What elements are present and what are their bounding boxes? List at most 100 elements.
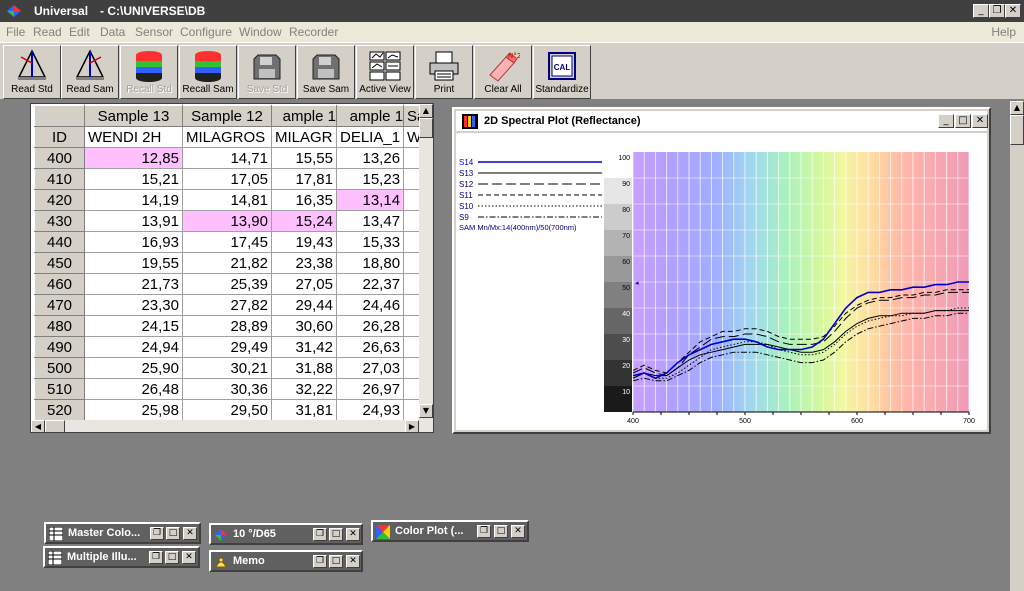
reflectance-cell[interactable]: 13,90 <box>182 210 272 232</box>
reflectance-cell[interactable]: 16,93 <box>84 231 183 253</box>
read-sam-button[interactable]: Read Sam <box>61 45 119 99</box>
reflectance-cell[interactable]: 15,23 <box>335 168 405 190</box>
reflectance-cell[interactable]: 30,60 <box>271 315 337 337</box>
maximize-button[interactable]: □ <box>329 555 343 568</box>
wavelength-id-cell[interactable]: 460 <box>34 273 85 295</box>
reflectance-cell[interactable]: 30,21 <box>182 357 272 379</box>
reflectance-cell[interactable]: 24,46 <box>335 294 405 316</box>
reflectance-cell[interactable]: 26,48 <box>84 378 183 400</box>
reflectance-cell[interactable]: 26,63 <box>335 336 405 358</box>
reflectance-cell[interactable]: 27,03 <box>335 357 405 379</box>
reflectance-cell[interactable]: 28,89 <box>182 315 272 337</box>
standardize-button[interactable]: CAL Standardize <box>533 45 591 99</box>
reflectance-cell[interactable]: 25,90 <box>84 357 183 379</box>
sample-name-cell[interactable]: MILAGROS <box>182 126 272 148</box>
grid-scroll-up-button[interactable]: ▲ <box>419 104 433 118</box>
reflectance-cell[interactable]: 14,19 <box>84 189 183 211</box>
reflectance-cell[interactable]: 27,05 <box>271 273 337 295</box>
column-header[interactable]: Sample 13 <box>84 105 183 127</box>
close-app-button[interactable]: ✕ <box>1005 4 1021 18</box>
reflectance-cell[interactable]: 30,36 <box>182 378 272 400</box>
close-button[interactable]: ✕ <box>182 551 196 564</box>
restore-button[interactable]: ❐ <box>477 525 491 538</box>
wavelength-id-cell[interactable]: 400 <box>34 147 85 169</box>
wavelength-id-cell[interactable]: 470 <box>34 294 85 316</box>
plot-maximize-button[interactable]: □ <box>955 114 971 128</box>
menu-configure[interactable]: Configure <box>180 25 232 39</box>
wavelength-id-cell[interactable]: 480 <box>34 315 85 337</box>
close-button[interactable]: ✕ <box>183 527 197 540</box>
minimized-memo-window[interactable]: Memo ❐ □ ✕ <box>209 550 363 572</box>
reflectance-cell[interactable]: 14,71 <box>182 147 272 169</box>
reflectance-cell[interactable]: 25,98 <box>84 399 183 421</box>
menu-edit[interactable]: Edit <box>69 25 90 39</box>
reflectance-cell[interactable]: 32,22 <box>271 378 337 400</box>
wavelength-id-cell[interactable]: 430 <box>34 210 85 232</box>
reflectance-cell[interactable]: 19,43 <box>271 231 337 253</box>
grid-scroll-thumb[interactable] <box>419 118 433 138</box>
reflectance-cell[interactable]: 24,94 <box>84 336 183 358</box>
menu-recorder[interactable]: Recorder <box>289 25 338 39</box>
wavelength-id-cell[interactable]: 520 <box>34 399 85 421</box>
workspace-scroll-thumb[interactable] <box>1010 115 1024 145</box>
reflectance-cell[interactable]: 15,21 <box>84 168 183 190</box>
reflectance-cell[interactable]: 23,30 <box>84 294 183 316</box>
column-header[interactable]: Sample 12 <box>182 105 272 127</box>
reflectance-cell[interactable]: 18,80 <box>335 252 405 274</box>
column-header[interactable]: ample 1 <box>271 105 337 127</box>
reflectance-cell[interactable]: 17,45 <box>182 231 272 253</box>
reflectance-cell[interactable]: 22,37 <box>335 273 405 295</box>
reflectance-cell[interactable]: 29,49 <box>182 336 272 358</box>
restore-button[interactable]: ❐ <box>313 528 327 541</box>
reflectance-cell[interactable]: 29,50 <box>182 399 272 421</box>
reflectance-cell[interactable]: 26,97 <box>335 378 405 400</box>
wavelength-id-cell[interactable]: 510 <box>34 378 85 400</box>
grid-hscroll-thumb[interactable] <box>45 420 65 432</box>
reflectance-cell[interactable]: 27,82 <box>182 294 272 316</box>
reflectance-cell[interactable]: 13,14 <box>335 189 405 211</box>
reflectance-cell[interactable]: 21,73 <box>84 273 183 295</box>
reflectance-cell[interactable]: 31,42 <box>271 336 337 358</box>
reflectance-cell[interactable]: 15,24 <box>271 210 337 232</box>
reflectance-cell[interactable]: 17,05 <box>182 168 272 190</box>
reflectance-cell[interactable]: 31,81 <box>271 399 337 421</box>
reflectance-cell[interactable]: 17,81 <box>271 168 337 190</box>
reflectance-cell[interactable]: 25,39 <box>182 273 272 295</box>
wavelength-id-cell[interactable]: 450 <box>34 252 85 274</box>
reflectance-cell[interactable]: 23,38 <box>271 252 337 274</box>
wavelength-id-cell[interactable]: 500 <box>34 357 85 379</box>
plot-minimize-button[interactable]: _ <box>938 114 954 128</box>
maximize-button[interactable]: □ <box>166 527 180 540</box>
restore-app-button[interactable]: ❐ <box>989 4 1005 18</box>
active-view-button[interactable]: Active View <box>356 45 414 99</box>
plot-close-button[interactable]: ✕ <box>972 114 988 128</box>
spectral-plot-window[interactable]: 2D Spectral Plot (Reflectance) _ □ ✕ S14… <box>452 107 991 434</box>
save-std-button[interactable]: Save Std <box>238 45 296 99</box>
close-button[interactable]: ✕ <box>346 555 360 568</box>
restore-button[interactable]: ❐ <box>150 527 164 540</box>
minimize-app-button[interactable]: _ <box>973 4 989 18</box>
minimized-illuminant-window[interactable]: 10 °/D65 ❐ □ ✕ <box>209 523 363 545</box>
recall-sam-button[interactable]: Recall Sam <box>179 45 237 99</box>
minimized-multiple-illuminant-window[interactable]: Multiple Illu... ❐ □ ✕ <box>43 546 200 568</box>
sample-name-cell[interactable]: WENDI 2H <box>84 126 183 148</box>
minimized-master-color-window[interactable]: Master Colo... ❐ □ ✕ <box>44 522 201 544</box>
reflectance-cell[interactable]: 16,35 <box>271 189 337 211</box>
read-std-button[interactable]: Read Std <box>3 45 61 99</box>
reflectance-cell[interactable]: 26,28 <box>335 315 405 337</box>
close-button[interactable]: ✕ <box>511 525 525 538</box>
close-button[interactable]: ✕ <box>346 528 360 541</box>
clear-all-button[interactable]: N°2 Clear All <box>474 45 532 99</box>
wavelength-id-cell[interactable]: 490 <box>34 336 85 358</box>
menu-help[interactable]: Help <box>991 25 1016 39</box>
workspace-vertical-scrollbar[interactable]: ▲ <box>1010 101 1024 591</box>
menu-read[interactable]: Read <box>33 25 62 39</box>
menu-data[interactable]: Data <box>100 25 125 39</box>
sample-name-cell[interactable]: DELIA_1 <box>335 126 405 148</box>
menu-window[interactable]: Window <box>239 25 282 39</box>
sample-name-cell[interactable]: MILAGR <box>271 126 337 148</box>
grid-scroll-right-button[interactable]: ▶ <box>405 420 419 432</box>
maximize-button[interactable]: □ <box>165 551 179 564</box>
reflectance-cell[interactable]: 21,82 <box>182 252 272 274</box>
reflectance-cell[interactable]: 19,55 <box>84 252 183 274</box>
